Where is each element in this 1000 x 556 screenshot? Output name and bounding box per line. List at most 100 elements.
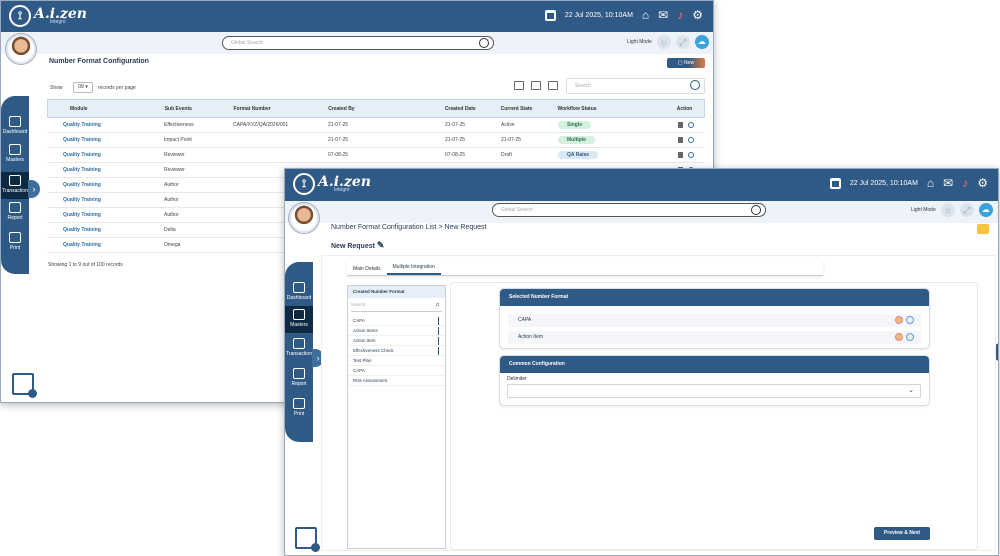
- col-created-by[interactable]: Created By: [328, 106, 445, 112]
- document-icon[interactable]: [677, 136, 683, 143]
- edit-icon: ✎: [376, 240, 385, 250]
- list-search-input[interactable]: Search ⌕: [351, 300, 442, 312]
- nav-masters[interactable]: Masters: [1, 144, 29, 163]
- nav-dashboard[interactable]: Dashboard: [285, 282, 313, 301]
- info-icon[interactable]: [906, 333, 914, 341]
- list-item[interactable]: CAPA: [348, 366, 445, 376]
- table-row[interactable]: Quality Training Reviewer 07-08-25 07-08-25…: [47, 148, 705, 163]
- file-settings-icon[interactable]: [12, 373, 37, 398]
- module-link[interactable]: Quality Training: [47, 152, 164, 158]
- list-item[interactable]: Action Item: [348, 336, 445, 346]
- module-link[interactable]: Quality Training: [47, 137, 164, 143]
- sun-toggle-icon[interactable]: ☼: [940, 203, 955, 217]
- logo-mark-icon: ⟟: [9, 5, 31, 27]
- tab-main-details[interactable]: Main Details: [347, 266, 387, 275]
- selected-item[interactable]: Action Item: [508, 331, 921, 344]
- logo-mark-icon: ⟟: [293, 173, 315, 195]
- filter-icon[interactable]: [531, 81, 541, 90]
- col-module[interactable]: Module: [48, 106, 165, 112]
- history-icon[interactable]: [687, 121, 694, 128]
- avatar[interactable]: [289, 203, 319, 233]
- created-date-cell: 21-07-25: [445, 122, 466, 128]
- gear-icon[interactable]: ⚙: [692, 9, 703, 21]
- sidebar-expand-button[interactable]: ›: [28, 180, 40, 198]
- state-cell: 21-07-25: [501, 137, 522, 143]
- nav-transaction[interactable]: Transaction: [285, 338, 313, 357]
- list-item[interactable]: Risk Assessment: [348, 376, 445, 386]
- history-icon[interactable]: [687, 136, 694, 143]
- chat-icon[interactable]: ✉: [658, 9, 668, 21]
- tab-multiple-integration[interactable]: Multiple Integration: [386, 264, 441, 275]
- gear-icon[interactable]: ⚙: [977, 177, 988, 189]
- nav-report[interactable]: Report: [1, 202, 29, 221]
- global-search-input[interactable]: Global Search: [492, 203, 766, 217]
- chat-icon[interactable]: ✉: [943, 177, 953, 189]
- table-row[interactable]: Quality Training Effectiveness CAPA/XYZ/QA…: [47, 118, 705, 133]
- search-icon[interactable]: ⌕: [436, 300, 440, 310]
- bell-icon[interactable]: ♪: [962, 177, 968, 189]
- module-link[interactable]: Quality Training: [47, 242, 164, 248]
- breadcrumb-list[interactable]: List: [426, 224, 437, 231]
- list-item[interactable]: Effectiveness Check: [348, 346, 445, 356]
- col-format-number[interactable]: Format Number: [233, 106, 328, 112]
- col-sub-events[interactable]: Sub Events: [165, 106, 234, 112]
- top-bar: ⟟ A.i.zen Integro 22 Jul 2025, 10:10AM ⌂…: [285, 169, 998, 201]
- sort-icon[interactable]: [514, 81, 524, 90]
- chatbot-icon[interactable]: ☁: [978, 203, 993, 217]
- module-link[interactable]: Quality Training: [47, 227, 164, 233]
- chatbot-icon[interactable]: ☁: [694, 35, 709, 49]
- app-logo[interactable]: ⟟ A.i.zen Integro: [9, 5, 87, 27]
- list-item[interactable]: Action Items: [348, 326, 445, 336]
- page-size-select[interactable]: 09 ▾: [73, 82, 93, 93]
- breadcrumb-config[interactable]: Number Format Configuration: [331, 224, 424, 231]
- col-current-state[interactable]: Current State: [501, 106, 558, 112]
- expand-icon[interactable]: ⤢: [675, 35, 690, 49]
- table-search-input[interactable]: Search: [566, 78, 705, 94]
- remove-icon[interactable]: [895, 333, 903, 341]
- selected-item[interactable]: CAPA: [508, 314, 921, 327]
- module-link[interactable]: Quality Training: [47, 197, 164, 203]
- document-icon[interactable]: [677, 121, 683, 128]
- nav-report[interactable]: Report: [285, 368, 313, 387]
- list-item[interactable]: CAPA: [348, 316, 445, 326]
- document-icon[interactable]: [677, 151, 683, 158]
- globe-icon[interactable]: [751, 205, 761, 215]
- avatar[interactable]: [6, 34, 36, 64]
- history-icon[interactable]: [687, 151, 694, 158]
- selected-format-card: Selected Number Format CAPA Action Item: [499, 288, 930, 349]
- page-title-text: New Request: [331, 243, 375, 250]
- list-item[interactable]: Test Plan: [348, 356, 445, 366]
- table-row[interactable]: Quality Training Impact Point 21-07-25 21-0…: [47, 133, 705, 148]
- delimiter-select[interactable]: ⌄: [507, 384, 921, 398]
- col-workflow-status[interactable]: Workflow Status: [557, 106, 665, 112]
- info-icon[interactable]: [906, 316, 914, 324]
- new-button[interactable]: ▢ New: [667, 58, 705, 68]
- dashboard-icon: [9, 116, 21, 127]
- module-link[interactable]: Quality Training: [47, 122, 164, 128]
- home-icon[interactable]: ⌂: [642, 9, 649, 21]
- globe-icon[interactable]: [479, 38, 489, 48]
- sun-toggle-icon[interactable]: ☼: [656, 35, 671, 49]
- preview-next-button[interactable]: Preview & Next: [874, 527, 930, 540]
- common-config-card: Common Configuration Delimiter ⌄: [499, 355, 930, 406]
- bell-icon[interactable]: ♪: [677, 9, 683, 21]
- module-link[interactable]: Quality Training: [47, 167, 164, 173]
- nav-print[interactable]: Print: [1, 232, 29, 251]
- nav-dashboard[interactable]: Dashboard: [1, 116, 29, 135]
- home-icon[interactable]: ⌂: [927, 177, 934, 189]
- col-created-date[interactable]: Created Date: [445, 106, 501, 112]
- columns-icon[interactable]: [548, 81, 558, 90]
- masters-icon: [9, 144, 21, 155]
- module-link[interactable]: Quality Training: [47, 182, 164, 188]
- app-logo[interactable]: ⟟ A.i.zen Integro: [293, 173, 371, 195]
- remove-icon[interactable]: [895, 316, 903, 324]
- expand-icon[interactable]: ⤢: [959, 203, 974, 217]
- nav-transaction[interactable]: Transaction: [1, 172, 29, 199]
- module-link[interactable]: Quality Training: [47, 212, 164, 218]
- nav-print[interactable]: Print: [285, 398, 313, 417]
- notes-icon[interactable]: [977, 224, 989, 234]
- search-icon[interactable]: [690, 80, 700, 90]
- file-settings-icon[interactable]: [295, 527, 320, 552]
- global-search-input[interactable]: Global Search: [222, 36, 494, 50]
- nav-masters[interactable]: Masters: [285, 306, 313, 333]
